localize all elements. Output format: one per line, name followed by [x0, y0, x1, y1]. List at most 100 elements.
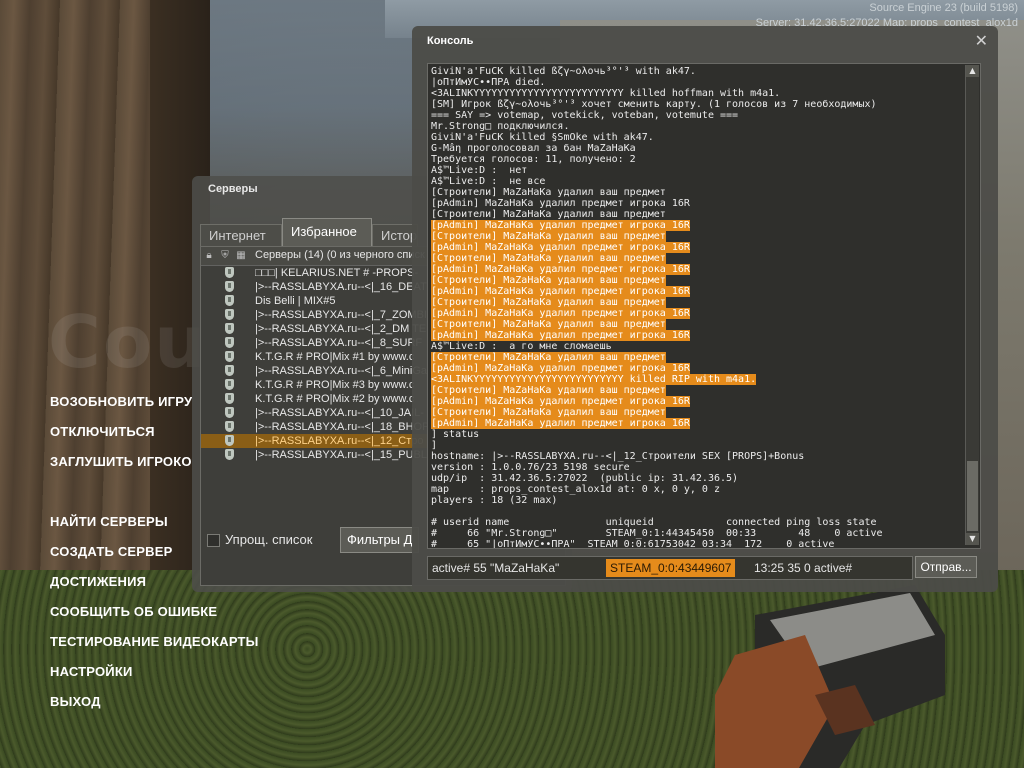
vac-shield-icon [225, 421, 234, 432]
tab-internet[interactable]: Интернет [200, 224, 282, 246]
console-line-text: ] [431, 440, 438, 451]
vac-shield-icon[interactable]: ⛨ [219, 249, 231, 262]
vac-shield-icon [225, 281, 234, 292]
console-line-text: [SM] Игрок ßζγ~ολοчь³°'³ хочет сменить к… [431, 99, 877, 110]
vac-shield-icon [225, 449, 234, 460]
console-line-text: [Строители] MaZaHaKa удалил ваш предмет [431, 275, 666, 286]
console-line-text [431, 506, 437, 517]
console-line: [pAdmin] MaZaHaKa удалил предмет игрока … [431, 264, 961, 275]
server-name: □□□| KELARIUS.NET # -PROPS- [255, 267, 419, 279]
scroll-thumb[interactable] [967, 461, 978, 531]
console-line: |оПтИмЎС••ПРА died. [431, 77, 961, 88]
console-line: map : props_contest_alox1d at: 0 x, 0 y,… [431, 484, 961, 495]
console-line-text: Требуется голосов: 11, получено: 2 [431, 154, 636, 165]
pistol-viewmodel [715, 585, 945, 768]
console-line-text: [pAdmin] MaZaHaKa удалил предмет игрока … [431, 363, 690, 374]
vac-shield-icon [225, 407, 234, 418]
vac-shield-icon [225, 393, 234, 404]
console-line-text: # userid name uniqueid connected ping lo… [431, 517, 877, 528]
scroll-up-icon[interactable]: ▲ [966, 65, 979, 77]
vac-shield-icon [225, 323, 234, 334]
scroll-down-icon[interactable]: ▼ [966, 533, 979, 545]
console-line: # 66 "Mr.Strong□" STEAM_0:1:44345450 00:… [431, 528, 961, 539]
simple-list-label: Упрощ. список [225, 532, 313, 547]
console-line-text: G-Mâη проголосовал за бан MaZaHaKa [431, 143, 636, 154]
menu-options[interactable]: НАСТРОЙКИ [50, 664, 133, 679]
console-line: [Строители] MaZaHaKa удалил ваш предмет [431, 275, 961, 286]
menu-mute-players[interactable]: ЗАГЛУШИТЬ ИГРОКО [50, 454, 192, 469]
console-line-text: [Строители] MaZaHaKa удалил ваш предмет [431, 297, 666, 308]
engine-version: Source Engine 23 (build 5198) [869, 2, 1018, 14]
console-line: # 65 "|оПтИмЎС••ПРА" STEAM_0:0:61753042 … [431, 539, 961, 549]
console-input[interactable]: active# 55 "MaZaHaKa" STEAM_0:0:43449607… [427, 556, 913, 580]
console-line: G-Mâη проголосовал за бан MaZaHaKa [431, 143, 961, 154]
console-line: ] [431, 440, 961, 451]
servers-column-header[interactable]: Серверы (14) (0 из черного списк [255, 249, 425, 261]
server-name: |>--RASSLABYXA.ru--<|_12_Стро [255, 435, 424, 447]
console-output: GiviN'a'FuCK killed ßζγ~ολοчь³°'³ with a… [427, 63, 981, 549]
console-line: <3ALINKYYYYYYYYYYYYYYYYYYYYYYYYY killed … [431, 88, 961, 99]
console-line-text: [pAdmin] MaZaHaKa удалил предмет игрока … [431, 220, 690, 231]
console-line: A$™Live:D : не все [431, 176, 961, 187]
console-line: [pAdmin] MaZaHaKa удалил предмет игрока … [431, 308, 961, 319]
console-line: [pAdmin] MaZaHaKa удалил предмет игрока … [431, 330, 961, 341]
submit-button[interactable]: Отправ... [915, 556, 977, 578]
console-line-text: <3ALINKYYYYYYYYYYYYYYYYYYYYYYYYY killed … [431, 88, 781, 99]
server-name: |>--RASSLABYXA.ru--<|_10_JAIL- [255, 407, 424, 419]
filters-label: Фильтры [347, 532, 401, 547]
console-line-text: [pAdmin] MaZaHaKa удалил предмет игрока … [431, 286, 690, 297]
console-line: [Строители] MaZaHaKa удалил ваш предмет [431, 407, 961, 418]
console-line-text: players : 18 (32 max) [431, 495, 558, 506]
console-line: # userid name uniqueid connected ping lo… [431, 517, 961, 528]
lock-icon[interactable]: 🔒︎ [203, 249, 215, 262]
console-line-text: [Строители] MaZaHaKa удалил ваш предмет [431, 253, 666, 264]
vac-shield-icon [225, 295, 234, 306]
menu-achievements[interactable]: ДОСТИЖЕНИЯ [50, 574, 146, 589]
console-line-text: hostname: |>--RASSLABYXA.ru--<|_12_Строи… [431, 451, 805, 462]
server-name: Dis Belli | MIX#5 [255, 295, 336, 307]
console-line: [Строители] MaZaHaKa удалил ваш предмет [431, 385, 961, 396]
console-line-text: udp/ip : 31.42.36.5:27022 (public ip: 31… [431, 473, 739, 484]
server-name: |>--RASSLABYXA.ru--<|_2_DM TE [255, 323, 427, 335]
console-line-text: <3ALINKYYYYYYYYYYYYYYYYYYYYYYYYY killed … [431, 374, 757, 385]
menu-create-server[interactable]: СОЗДАТЬ СЕРВЕР [50, 544, 172, 559]
console-line-text: [Строители] MaZaHaKa удалил ваш предмет [431, 187, 666, 198]
console-line: Mr.Strong□ подключился. [431, 121, 961, 132]
console-line: hostname: |>--RASSLABYXA.ru--<|_12_Строи… [431, 451, 961, 462]
vac-shield-icon [225, 267, 234, 278]
vac-shield-icon [225, 351, 234, 362]
menu-resume-game[interactable]: ВОЗОБНОВИТЬ ИГРУ [50, 394, 192, 409]
replay-icon[interactable]: ▦ [235, 249, 247, 262]
close-icon[interactable]: ✕ [975, 31, 988, 50]
console-line: [pAdmin] MaZaHaKa удалил предмет игрока … [431, 396, 961, 407]
console-line-text: A$™Live:D : нет [431, 165, 528, 176]
server-name: |>--RASSLABYXA.ru--<|_7_ZOMBI [255, 309, 427, 321]
console-line-text: Mr.Strong□ подключился. [431, 121, 570, 132]
console-line-text: [pAdmin] MaZaHaKa удалил предмет игрока … [431, 198, 690, 209]
console-line-text: [pAdmin] MaZaHaKa удалил предмет игрока … [431, 418, 690, 429]
console-line: ] status [431, 429, 961, 440]
console-window: Консоль ✕ GiviN'a'FuCK killed ßζγ~ολοчь³… [412, 26, 998, 592]
console-line: [pAdmin] MaZaHaKa удалил предмет игрока … [431, 220, 961, 231]
menu-report-bug[interactable]: СООБЩИТЬ ОБ ОШИБКЕ [50, 604, 217, 619]
server-name: K.T.G.R # PRO|Mix #3 by www.c [255, 379, 415, 391]
console-line-text: [Строители] MaZaHaKa удалил ваш предмет [431, 385, 666, 396]
console-line-text: [pAdmin] MaZaHaKa удалил предмет игрока … [431, 330, 690, 341]
server-name: |>--RASSLABYXA.ru--<|_18_BHOP [255, 421, 430, 433]
console-scrollbar[interactable]: ▲ ▼ [965, 65, 979, 545]
console-line-text: # 66 "Mr.Strong□" STEAM_0:1:44345450 00:… [431, 528, 883, 539]
server-name: |>--RASSLABYXA.ru--<|_8_SURF [255, 337, 423, 349]
console-line-text: [Строители] MaZaHaKa удалил ваш предмет [431, 209, 666, 220]
menu-find-servers[interactable]: НАЙТИ СЕРВЕРЫ [50, 514, 168, 529]
console-line: [pAdmin] MaZaHaKa удалил предмет игрока … [431, 198, 961, 209]
console-line-text: # 65 "|оПтИмЎС••ПРА" STEAM_0:0:61753042 … [431, 539, 835, 549]
tab-favorites[interactable]: Избранное [282, 218, 372, 246]
menu-quit[interactable]: ВЫХОД [50, 694, 101, 709]
vac-shield-icon [225, 337, 234, 348]
console-line: [Строители] MaZaHaKa удалил ваш предмет [431, 253, 961, 264]
console-line-text: === SAY => votemap, votekick, voteban, v… [431, 110, 739, 121]
menu-disconnect[interactable]: ОТКЛЮЧИТЬСЯ [50, 424, 155, 439]
menu-hardware-test[interactable]: ТЕСТИРОВАНИЕ ВИДЕОКАРТЫ [50, 634, 259, 649]
simple-list-checkbox[interactable] [207, 534, 220, 547]
filters-button[interactable]: Фильтры Д [340, 527, 420, 553]
